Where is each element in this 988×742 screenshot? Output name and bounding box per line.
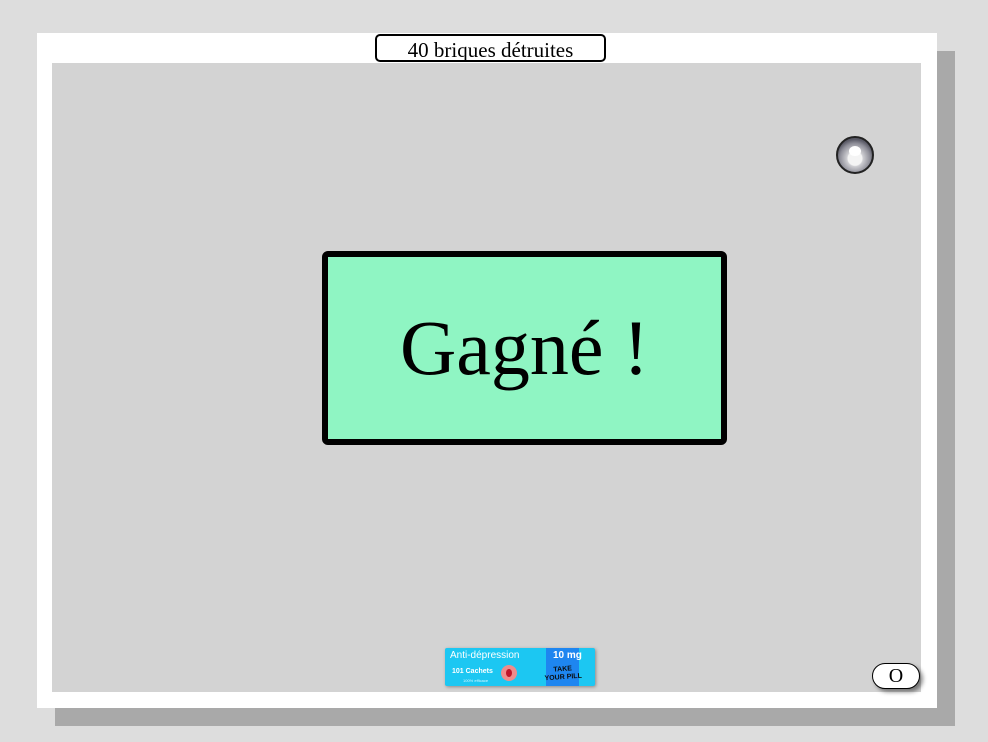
bricks-destroyed-counter: 40 briques détruites <box>375 34 606 62</box>
ball <box>836 136 874 174</box>
options-button[interactable]: O <box>872 663 920 689</box>
paddle-title: Anti-dépression <box>450 650 520 661</box>
pill-stamp-icon <box>501 665 517 681</box>
paddle-count: 101 Cachets <box>452 668 493 675</box>
paddle-dose: 10 mg <box>553 650 582 661</box>
paddle[interactable]: Anti-dépression 101 Cachets 100% efficac… <box>445 648 595 686</box>
cat-face-ball-icon <box>849 146 861 156</box>
game-field[interactable]: Gagné ! Anti-dépression 101 Cachets 100%… <box>52 63 921 692</box>
paddle-sub: 100% efficace <box>463 678 489 683</box>
win-message-box: Gagné ! <box>322 251 727 445</box>
win-message: Gagné ! <box>399 304 650 391</box>
paddle-slogan: TAKE YOUR PILL <box>544 665 583 683</box>
